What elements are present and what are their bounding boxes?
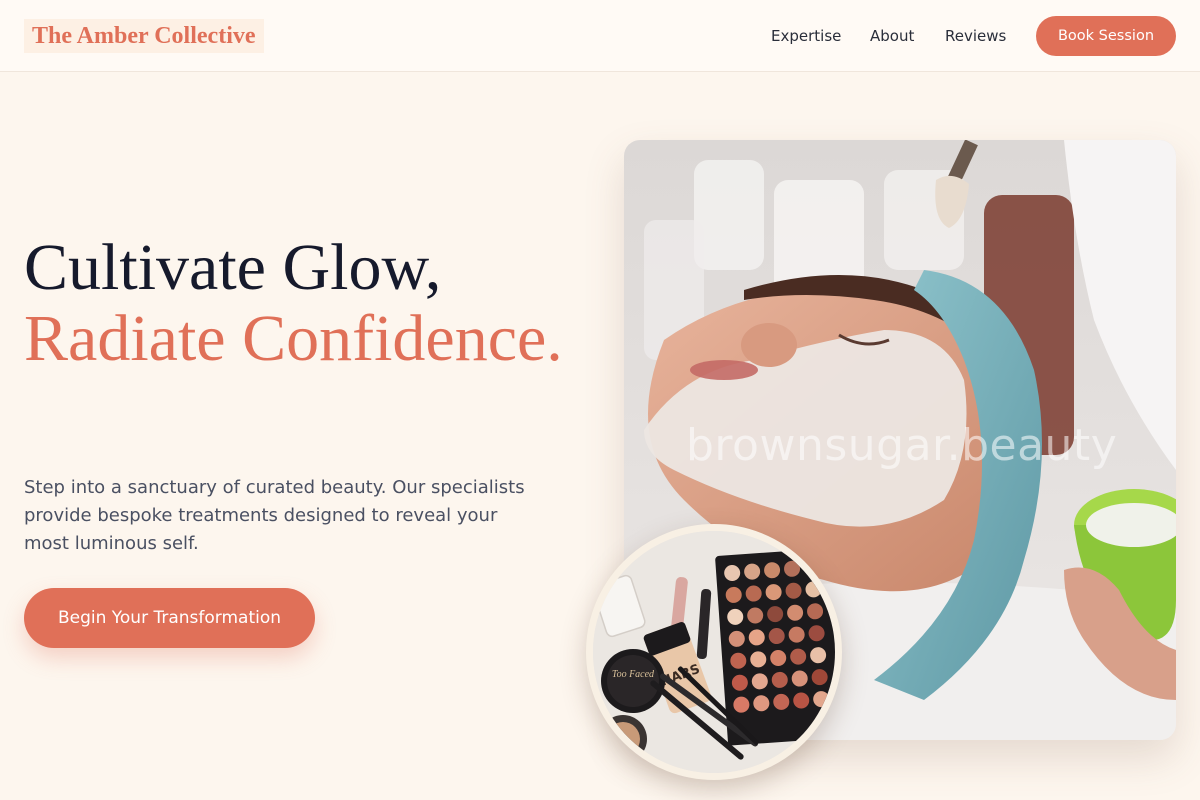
begin-transformation-button[interactable]: Begin Your Transformation <box>24 588 315 648</box>
hero-description: Step into a sanctuary of curated beauty.… <box>24 477 525 554</box>
book-session-button[interactable]: Book Session <box>1036 16 1176 56</box>
logo[interactable]: The Amber Collective <box>24 19 264 53</box>
site-header: The Amber Collective Expertise About Rev… <box>0 0 1200 72</box>
hero-title-line2: Radiate Confidence. <box>24 302 563 375</box>
hero-title-line1: Cultivate Glow, <box>24 231 442 304</box>
nav-link-reviews[interactable]: Reviews <box>945 26 1006 46</box>
makeup-palette-photo: NARS Too Faced <box>586 524 842 780</box>
hero-title: Cultivate Glow, Radiate Confidence. <box>24 232 584 374</box>
nav-link-expertise[interactable]: Expertise <box>771 26 841 46</box>
palette-brand-label: Too Faced <box>612 669 655 680</box>
nav-link-about[interactable]: About <box>870 26 914 46</box>
photo-watermark: brownsugar.beauty <box>686 420 1118 471</box>
makeup-palette-illustration: NARS Too Faced <box>593 531 835 773</box>
